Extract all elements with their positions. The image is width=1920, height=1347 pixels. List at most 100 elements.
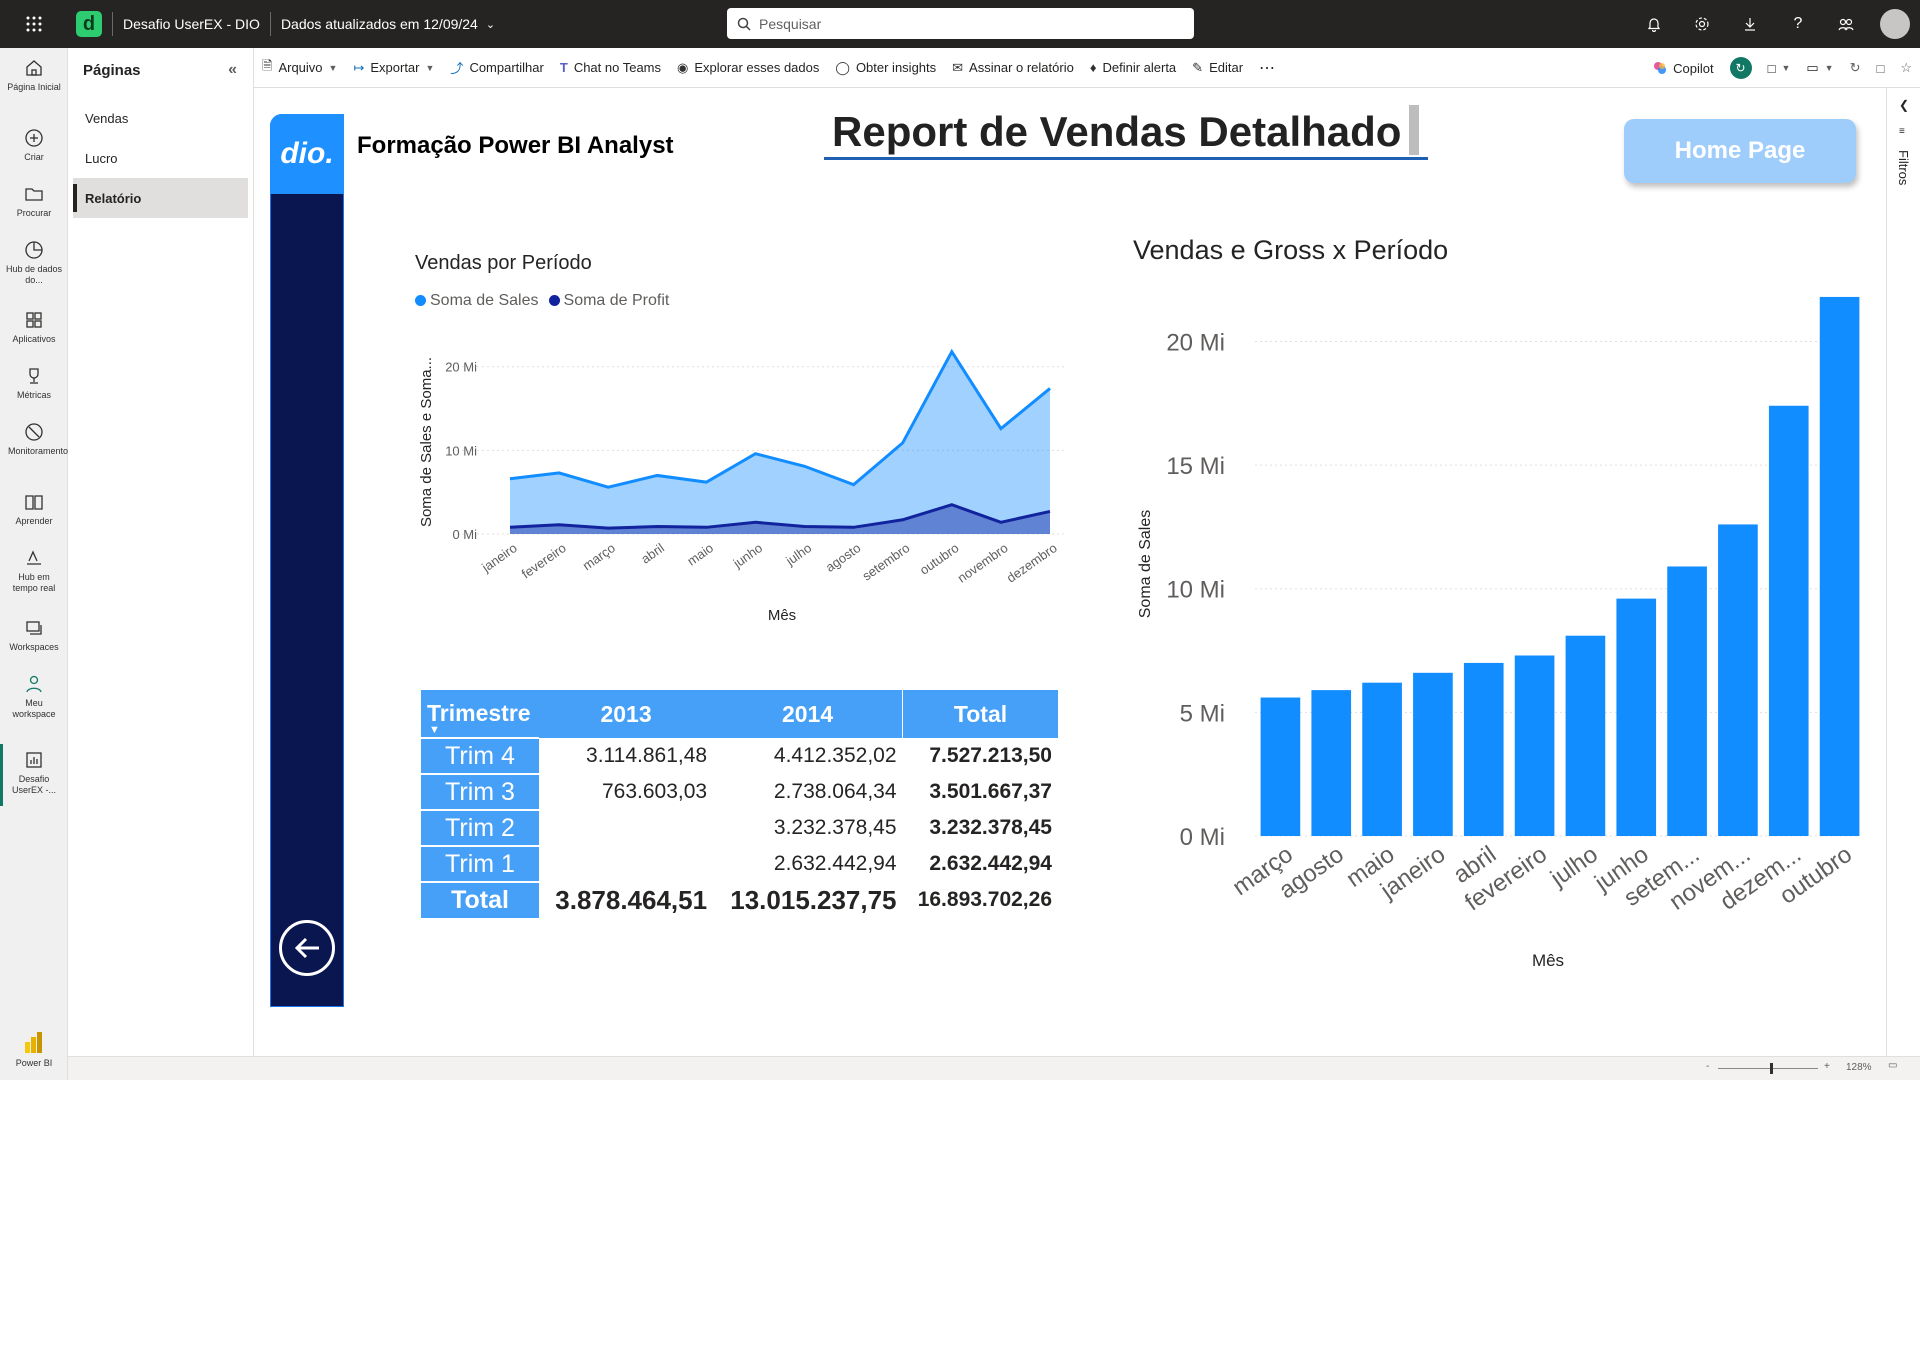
cell: 763.603,03	[601, 780, 708, 803]
area-chart-vendas-periodo[interactable]: 0 Mi 10 Mi 20 Mi Soma de Sales e Soma... jan…	[405, 330, 1085, 630]
rail-my-workspace[interactable]: Meu workspace	[0, 674, 68, 720]
y-tick-label: 0 Mi	[452, 527, 477, 542]
rail-learn[interactable]: Aprender	[0, 492, 68, 527]
share-button[interactable]: ⤴ Compartilhar	[442, 48, 551, 88]
legend-item[interactable]: Soma de Sales	[415, 292, 539, 310]
x-tick-label: dezembro	[1004, 540, 1060, 585]
page-vendas[interactable]: Vendas	[73, 98, 248, 138]
chevron-down-icon[interactable]: ⌄	[486, 18, 495, 31]
download-icon[interactable]	[1726, 0, 1774, 48]
rail-home[interactable]: Página Inicial	[0, 58, 68, 93]
cell: 16.893.702,26	[917, 888, 1052, 911]
x-tick-label: julho	[782, 540, 814, 569]
rail-metrics[interactable]: Métricas	[0, 366, 68, 401]
chart2-title: Vendas e Gross x Período	[1133, 235, 1449, 265]
app-title[interactable]: Desafio UserEX - DIO	[123, 16, 260, 32]
matrix-header-trimestre[interactable]: Trimestre ▼	[421, 690, 539, 738]
comment-icon[interactable]: □	[1868, 48, 1892, 88]
trimestre-matrix[interactable]: Trimestre ▼ 2013 2014 Total Trim 4 3.114…	[421, 690, 1058, 918]
gear-icon[interactable]	[1678, 0, 1726, 48]
back-arrow-button[interactable]	[279, 920, 335, 976]
teams-chat-button[interactable]: T Chat no Teams	[552, 48, 669, 88]
alert-label: Definir alerta	[1102, 60, 1177, 75]
home-icon	[26, 60, 42, 76]
zoom-slider-thumb[interactable]	[1770, 1063, 1773, 1074]
share-label: Compartilhar	[469, 60, 544, 75]
rail-label: Página Inicial	[7, 82, 61, 92]
rail-browse[interactable]: Procurar	[0, 184, 68, 219]
rail-apps[interactable]: Aplicativos	[0, 310, 68, 345]
rail-label: Criar	[24, 152, 44, 162]
y-tick-label: 10 Mi	[445, 443, 477, 458]
total-row-header[interactable]: Total	[421, 881, 539, 918]
sort-down-icon[interactable]: ▼	[429, 724, 440, 736]
copilot-button[interactable]: Copilot	[1645, 48, 1721, 88]
more-options-icon[interactable]: ⋯	[1251, 48, 1283, 88]
rail-current-report[interactable]: Desafio UserEX -...	[0, 750, 68, 796]
help-icon[interactable]: ?	[1774, 0, 1822, 48]
legend-item[interactable]: Soma de Profit	[548, 292, 669, 310]
page-relatorio[interactable]: Relatório	[73, 178, 248, 218]
subscribe-button[interactable]: ✉ Assinar o relatório	[944, 48, 1082, 88]
rail-workspaces[interactable]: Workspaces	[0, 618, 68, 653]
explore-label: Explorar esses dados	[694, 60, 820, 75]
expand-filters-icon[interactable]: ❮	[1899, 98, 1909, 112]
refresh-status-icon[interactable]: ↻	[1722, 48, 1760, 88]
matrix-header-2014[interactable]: 2014	[713, 690, 902, 738]
x-tick-label: maio	[684, 540, 716, 568]
row-header[interactable]: Trim 1	[421, 845, 539, 882]
row-header[interactable]: Trim 3	[421, 773, 539, 810]
view-icon[interactable]: ▭ ▼	[1798, 48, 1841, 88]
avatar[interactable]	[1880, 9, 1910, 39]
y-tick-label: 0 Mi	[1180, 824, 1225, 851]
rail-realtime[interactable]: Hub em tempo real	[0, 548, 68, 594]
chart1-legend: Soma de Sales Soma de Profit	[415, 292, 669, 310]
export-menu[interactable]: ↦ Exportar ▼	[345, 48, 442, 88]
row-header[interactable]: Trim 2	[421, 809, 539, 846]
rail-label: Hub de dados do...	[5, 264, 63, 285]
matrix-header-2013[interactable]: 2013	[539, 690, 713, 738]
explore-data-button[interactable]: ◉ Explorar esses dados	[669, 48, 827, 88]
rail-create[interactable]: Criar	[0, 128, 68, 163]
y-tick-label: 15 Mi	[1166, 453, 1225, 480]
bell-icon[interactable]	[1630, 0, 1678, 48]
set-alert-button[interactable]: ♦ Definir alerta	[1082, 48, 1184, 88]
zoom-slider[interactable]	[1718, 1068, 1818, 1069]
filters-pane[interactable]: ❮ ≡ Filtros	[1886, 88, 1920, 1056]
workspace-logo-icon[interactable]: d	[76, 11, 102, 37]
reload-icon[interactable]: ↻	[1842, 48, 1869, 88]
rail-powerbi[interactable]: Power BI	[0, 1030, 68, 1069]
title-underline	[824, 157, 1428, 160]
data-updated-label[interactable]: Dados atualizados em 12/09/24	[281, 16, 478, 32]
favorite-icon[interactable]: ☆	[1892, 48, 1920, 88]
y-tick-label: 10 Mi	[1166, 577, 1225, 604]
pages-pane: Páginas « Vendas Lucro Relatório	[68, 48, 254, 1056]
home-page-button[interactable]: Home Page	[1624, 119, 1856, 183]
share-feedback-icon[interactable]	[1822, 0, 1870, 48]
left-nav-rail: Página Inicial Criar Procurar Hub de dad…	[0, 48, 68, 1080]
cell	[539, 846, 713, 882]
edit-button[interactable]: ✎ Editar	[1184, 48, 1251, 88]
matrix-header-total[interactable]: Total	[902, 690, 1058, 738]
zoom-level[interactable]: 128%	[1846, 1062, 1872, 1073]
zoom-out-button[interactable]: -	[1706, 1061, 1709, 1072]
search-input[interactable]: Pesquisar	[727, 8, 1194, 39]
page-lucro[interactable]: Lucro	[73, 138, 248, 178]
filter-icon: ≡	[1899, 126, 1905, 137]
file-menu[interactable]: 🗎 Arquivo ▼	[254, 48, 345, 88]
search-icon	[737, 17, 751, 31]
rail-label: Procurar	[16, 208, 52, 218]
fit-page-icon[interactable]: ▭	[1888, 1060, 1897, 1071]
bookmark-icon[interactable]: □ ▼	[1760, 48, 1799, 88]
row-header[interactable]: Trim 4	[421, 737, 539, 774]
report-icon	[26, 752, 42, 768]
app-launcher-icon[interactable]	[0, 0, 68, 48]
search-placeholder: Pesquisar	[759, 15, 822, 32]
insights-button[interactable]: ◯ Obter insights	[827, 48, 944, 88]
rail-data-hub[interactable]: Hub de dados do...	[0, 240, 68, 286]
bar-chart-vendas-gross[interactable]: 0 Mi5 Mi10 Mi15 Mi20 MiSoma de Salesmarç…	[1120, 272, 1880, 992]
zoom-in-button[interactable]: +	[1824, 1061, 1830, 1072]
total-row: Total 3.878.464,51 13.015.237,75 16.893.…	[421, 881, 1058, 918]
rail-monitor[interactable]: Monitoramento	[0, 422, 68, 457]
collapse-pane-icon[interactable]: «	[228, 61, 237, 79]
